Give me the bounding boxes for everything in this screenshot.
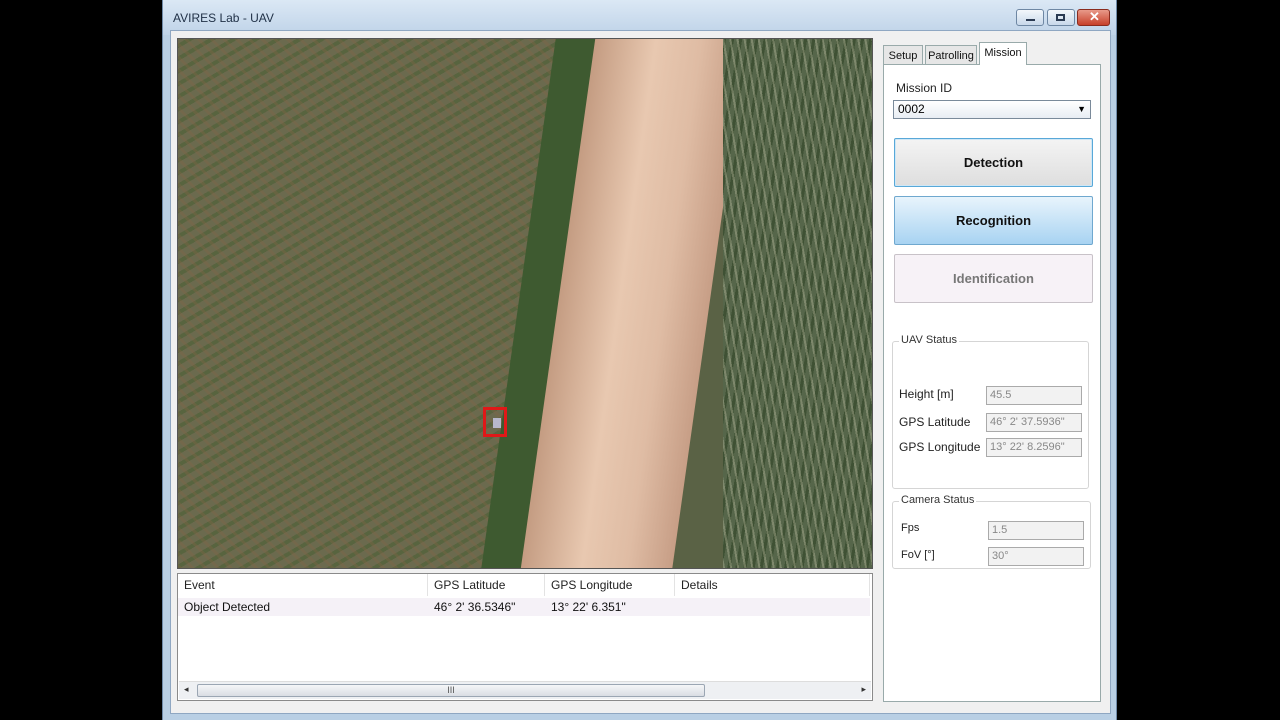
column-header-event[interactable]: Event <box>178 574 428 596</box>
close-icon[interactable]: ✕ <box>1077 9 1110 26</box>
maximize-glyph <box>1056 14 1065 21</box>
fov-label: FoV [°] <box>901 549 935 561</box>
cell-event: Object Detected <box>184 600 271 614</box>
side-panel: Setup Patrolling Mission Mission ID 0002… <box>883 42 1101 709</box>
fps-field[interactable]: 1.5 <box>988 521 1084 540</box>
scroll-thumb[interactable]: III <box>197 684 705 697</box>
scroll-left-icon[interactable]: ◂ <box>184 684 189 695</box>
window-title: AVIRES Lab - UAV <box>173 11 274 25</box>
latitude-field[interactable]: 46° 2' 37.5936" <box>986 413 1082 432</box>
cell-details <box>675 598 870 616</box>
column-header-details[interactable]: Details <box>675 574 870 596</box>
mission-id-value: 0002 <box>898 102 925 116</box>
scroll-right-icon[interactable]: ▸ <box>861 684 866 695</box>
height-field[interactable]: 45.5 <box>986 386 1082 405</box>
fov-field[interactable]: 30° <box>988 547 1084 566</box>
height-label: Height [m] <box>899 387 954 401</box>
column-header-longitude[interactable]: GPS Longitude <box>545 574 675 596</box>
fps-label: Fps <box>901 522 920 534</box>
longitude-field[interactable]: 13° 22' 8.2596" <box>986 438 1082 457</box>
longitude-label: GPS Longitude <box>899 440 981 454</box>
minimize-icon[interactable] <box>1016 9 1044 26</box>
latitude-label: GPS Latitude <box>899 415 971 429</box>
uav-status-group: UAV Status Height [m] 45.5 GPS Latitude … <box>892 334 1089 489</box>
close-glyph: ✕ <box>1089 9 1100 24</box>
horizontal-scrollbar[interactable]: ◂ III ▸ <box>179 681 871 699</box>
field-right <box>723 39 872 568</box>
scroll-grip-icon: III <box>447 685 455 695</box>
chevron-down-icon[interactable]: ▼ <box>1077 101 1086 118</box>
detection-box <box>483 407 507 437</box>
tab-setup[interactable]: Setup <box>883 45 923 65</box>
tab-patrolling[interactable]: Patrolling <box>925 45 977 65</box>
tab-mission[interactable]: Mission <box>979 42 1027 65</box>
client-area: Event GPS Latitude GPS Longitude Details… <box>170 30 1111 714</box>
camera-view[interactable] <box>177 38 873 569</box>
cell-longitude: 13° 22' 6.351" <box>551 600 626 614</box>
mission-id-label: Mission ID <box>896 81 953 95</box>
cell-latitude: 46° 2' 36.5346" <box>434 600 516 614</box>
recognition-button[interactable]: Recognition <box>894 196 1093 245</box>
event-grid[interactable]: Event GPS Latitude GPS Longitude Details… <box>177 573 873 701</box>
mission-id-select[interactable]: 0002 ▼ <box>893 100 1091 119</box>
column-header-latitude[interactable]: GPS Latitude <box>428 574 545 596</box>
identification-button[interactable]: Identification <box>894 254 1093 303</box>
mission-panel: Mission ID 0002 ▼ Detection Recognition … <box>883 64 1101 702</box>
minimize-glyph <box>1026 19 1035 21</box>
camera-status-title: Camera Status <box>899 494 977 506</box>
uav-status-title: UAV Status <box>899 334 960 346</box>
detected-object <box>493 418 501 428</box>
camera-status-group: Camera Status Fps 1.5 FoV [°] 30° <box>892 494 1091 569</box>
maximize-icon[interactable] <box>1047 9 1075 26</box>
app-window: AVIRES Lab - UAV ✕ Event GPS Latitude GP… <box>162 0 1117 720</box>
detection-button[interactable]: Detection <box>894 138 1093 187</box>
